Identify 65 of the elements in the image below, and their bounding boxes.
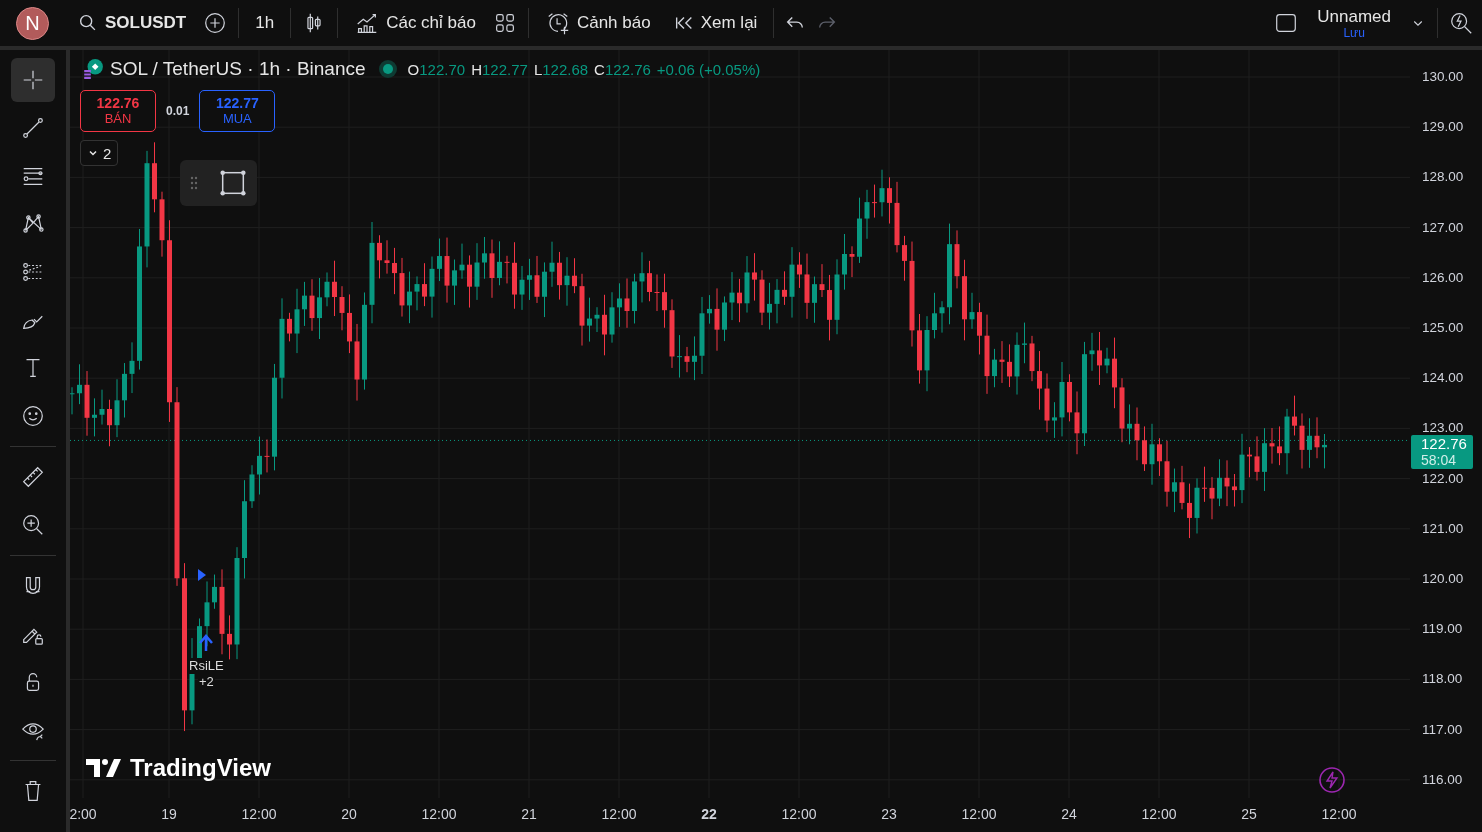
layout-name: Unnamed — [1317, 7, 1391, 25]
price-axis-label: 124.00 — [1422, 371, 1464, 385]
trend-line-icon — [20, 115, 46, 141]
price-axis-label: 123.00 — [1422, 421, 1464, 436]
time-axis-label: 24 — [1061, 806, 1077, 822]
bar-countdown: 58:04 — [1421, 452, 1458, 469]
symbol-search-button[interactable]: SOLUSDT — [71, 8, 193, 38]
time-axis-label: 12:00 — [961, 806, 997, 822]
indicators-toggle[interactable]: 2 — [80, 140, 119, 166]
tradingview-logo-icon — [84, 756, 124, 780]
ohlc-value: O122.70 — [407, 60, 466, 78]
time-axis-label: 12:00 — [421, 806, 457, 822]
sell-button[interactable]: 122.76 BÁN — [80, 90, 156, 132]
signal-label: RsiLE — [188, 658, 225, 675]
ruler-icon — [20, 464, 46, 490]
alerts-button[interactable]: Cảnh báo — [538, 6, 657, 40]
crosshair-tool-button[interactable] — [11, 58, 55, 102]
brand-name: TradingView — [130, 754, 271, 782]
price-axis-label: 117.00 — [1422, 722, 1463, 737]
interval-button[interactable]: 1h — [249, 9, 281, 37]
time-axis-label: 12:00 — [241, 806, 277, 822]
replay-button[interactable]: Xem lại — [666, 8, 764, 38]
time-axis-label: 12:00 — [1321, 806, 1357, 822]
price-axis-label: 122.00 — [1422, 471, 1464, 486]
lightning-icon[interactable] — [1318, 766, 1346, 794]
time-axis-label: 2:00 — [69, 806, 97, 822]
time-axis-label: 21 — [521, 806, 537, 822]
ohlc-value: C122.76 — [594, 60, 651, 78]
select-area-icon[interactable] — [217, 168, 248, 198]
symbol-title[interactable]: SOL / TetherUS · 1h · Binance — [110, 58, 366, 80]
signal-triangle-icon — [198, 569, 206, 581]
market-status-icon — [377, 59, 398, 79]
time-axis-label: 12:00 — [1141, 806, 1177, 822]
time-axis-label: 20 — [341, 806, 357, 822]
price-axis-label: 119.00 — [1422, 622, 1463, 636]
time-axis-label: 12:00 — [601, 806, 637, 822]
price-change: +0.06 (+0.05%) — [656, 60, 761, 78]
price-axis-label: 129.00 — [1422, 120, 1464, 134]
price-axis-label: 125.00 — [1422, 321, 1464, 335]
time-axis-label: 12:00 — [781, 806, 817, 822]
price-axis-label: 128.00 — [1422, 170, 1464, 185]
price-axis-label: 118.00 — [1422, 672, 1463, 687]
indicators-button[interactable]: Các chỉ báo — [348, 6, 482, 40]
buy-button[interactable]: 122.77 MUA — [199, 90, 276, 132]
price-axis-label: 120.00 — [1422, 572, 1464, 586]
price-axis-label: 126.00 — [1422, 271, 1464, 285]
ohlc-value: H122.77 — [471, 60, 528, 78]
time-axis-label: 25 — [1241, 806, 1257, 822]
price-axis-label: 121.00 — [1422, 522, 1464, 536]
time-axis-label: 23 — [881, 806, 897, 822]
buy-arrow-icon — [198, 634, 214, 653]
price-axis-label: 116.00 — [1422, 773, 1463, 787]
save-label: Lưu — [1343, 26, 1365, 39]
time-axis-label: 19 — [161, 806, 177, 822]
quick-search-icon[interactable] — [1448, 10, 1474, 36]
ohlc-value: L122.68 — [533, 60, 589, 78]
coin-icon — [82, 58, 104, 80]
spread-value: 0.01 — [166, 104, 190, 118]
last-price: 122.76 — [1421, 436, 1468, 453]
emoji-icon — [20, 403, 46, 429]
price-axis-label: 127.00 — [1422, 220, 1464, 235]
time-axis-label: 22 — [701, 806, 717, 822]
user-avatar[interactable]: N — [16, 6, 49, 40]
price-axis-label: 130.00 — [1422, 70, 1464, 84]
layout-name-button[interactable]: Unnamed Lưu — [1309, 7, 1399, 39]
